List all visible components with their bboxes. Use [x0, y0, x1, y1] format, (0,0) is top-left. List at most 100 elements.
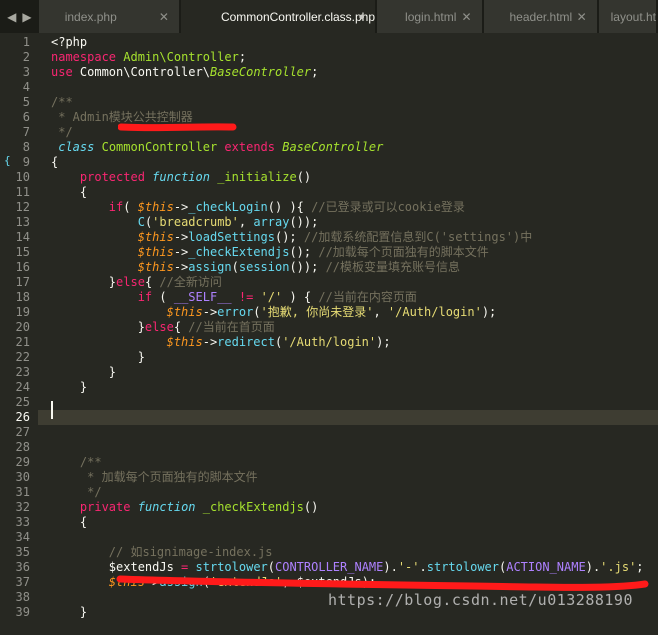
- code-line[interactable]: [38, 410, 658, 425]
- code-line[interactable]: $this->loadSettings(); //加载系统配置信息到C('set…: [51, 230, 658, 245]
- code-line[interactable]: }else{ //全新访问: [51, 275, 658, 290]
- code-token: <?php: [51, 35, 88, 49]
- code-line[interactable]: // 如signimage-index.js: [51, 545, 658, 560]
- close-icon[interactable]: ✕: [577, 10, 587, 24]
- code-token: );: [376, 335, 391, 349]
- code-line[interactable]: }: [51, 365, 658, 380]
- line-number: 28: [15, 440, 30, 454]
- code-line[interactable]: [51, 425, 658, 440]
- tab-index-php[interactable]: index.php ✕: [38, 0, 179, 33]
- code-token: ();: [274, 230, 304, 244]
- code-line[interactable]: C('breadcrumb', array());: [51, 215, 658, 230]
- code-line[interactable]: /**: [51, 95, 658, 110]
- line-number: 16: [15, 260, 30, 274]
- code-line[interactable]: }: [51, 380, 658, 395]
- code-line[interactable]: [51, 530, 658, 545]
- code-line[interactable]: if( $this->_checkLogin() ){ //已登录或可以cook…: [51, 200, 658, 215]
- code-line[interactable]: */: [51, 485, 658, 500]
- code-token: C: [137, 215, 145, 229]
- code-token: '/Auth/login': [387, 305, 482, 319]
- code-token: assign: [188, 260, 232, 274]
- tab-bar: ◀ ▶ index.php ✕ CommonController.class.p…: [0, 0, 658, 33]
- code-line[interactable]: {: [51, 155, 658, 170]
- line-number: 38: [15, 590, 30, 604]
- code-line[interactable]: [51, 395, 658, 410]
- code-line[interactable]: [51, 440, 658, 455]
- code-line[interactable]: protected function _initialize(): [51, 170, 658, 185]
- code-token: //加载系统配置信息到C('settings')中: [303, 230, 533, 244]
- chevron-left-icon[interactable]: ◀: [7, 10, 16, 24]
- line-number: 24: [15, 380, 30, 394]
- code-token: ->: [173, 260, 189, 274]
- code-token: }: [51, 365, 117, 379]
- tab-layout-html[interactable]: layout.ht: [598, 0, 656, 33]
- code-line[interactable]: if ( __SELF__ != '/' ) { //当前在内容页面: [51, 290, 658, 305]
- tab-label: index.php: [64, 9, 117, 24]
- line-number: 15: [15, 245, 30, 259]
- code-token: ) {: [282, 290, 319, 304]
- code-token: ->: [173, 230, 189, 244]
- code-token: ());: [289, 215, 319, 229]
- code-token: !=: [238, 290, 254, 304]
- code-line[interactable]: use Common\Controller\BaseController;: [51, 65, 658, 80]
- code-token: ->: [173, 245, 189, 259]
- chevron-right-icon[interactable]: ▶: [22, 10, 31, 24]
- code-token: _checkExtendjs: [188, 245, 290, 259]
- code-token: if: [108, 200, 124, 214]
- code-token: '/Auth/login': [282, 335, 377, 349]
- code-token: {: [51, 515, 88, 529]
- code-token: else: [116, 275, 145, 289]
- code-token: ,: [238, 215, 254, 229]
- close-icon[interactable]: ✕: [461, 10, 471, 24]
- line-number: 6: [22, 110, 30, 124]
- code-token: class: [51, 140, 95, 154]
- code-token: //全新访问: [159, 275, 222, 289]
- code-token: _initialize: [217, 170, 297, 184]
- code-line[interactable]: private function _checkExtendjs(): [51, 500, 658, 515]
- line-number: 32: [15, 500, 30, 514]
- tab-nav-arrows: ◀ ▶: [0, 0, 39, 33]
- code-line[interactable]: $this->assign(session()); //模板变量填充账号信息: [51, 260, 658, 275]
- close-icon[interactable]: ✕: [159, 10, 169, 24]
- code-token: protected: [79, 170, 145, 184]
- code-line[interactable]: {: [51, 515, 658, 530]
- code-token: function: [137, 500, 196, 514]
- tab-commoncontroller[interactable]: CommonController.class.php ●: [180, 0, 376, 33]
- code-token: error: [217, 305, 254, 319]
- code-line[interactable]: class CommonController extends BaseContr…: [51, 140, 658, 155]
- code-line[interactable]: [51, 620, 658, 635]
- line-number: 36: [15, 560, 30, 574]
- tab-login-html[interactable]: login.html ✕: [377, 0, 482, 33]
- code-line[interactable]: <?php: [51, 35, 658, 50]
- unsaved-dot-icon[interactable]: ●: [358, 11, 365, 23]
- tab-header-html[interactable]: header.html ✕: [483, 0, 597, 33]
- code-line[interactable]: $this->error('抱歉, 你尚未登录', '/Auth/login')…: [51, 305, 658, 320]
- code-line[interactable]: /**: [51, 455, 658, 470]
- line-number: 21: [15, 335, 30, 349]
- tab-label: CommonController.class.php: [220, 9, 376, 24]
- fold-icon[interactable]: {: [4, 153, 11, 168]
- code-token: /**: [51, 95, 73, 109]
- code-token: }: [51, 380, 88, 394]
- code-token: (: [253, 305, 261, 319]
- code-line[interactable]: {: [51, 185, 658, 200]
- code-line[interactable]: * 加载每个页面独有的脚本文件: [51, 470, 658, 485]
- code-line[interactable]: }: [51, 350, 658, 365]
- code-line[interactable]: namespace Admin\Controller;: [51, 50, 658, 65]
- code-editor[interactable]: 1 2 3 4 5 6 7 8 9 10 11 12 13 14 15 16 17 18 19 20 21 22 23 24 2…: [0, 33, 658, 620]
- code-line[interactable]: }else{ //当前在首页面: [51, 320, 658, 335]
- code-token: ->: [202, 305, 218, 319]
- code-line[interactable]: $this->redirect('/Auth/login');: [51, 335, 658, 350]
- code-token: CommonController: [101, 140, 218, 154]
- code-token: ,: [373, 305, 388, 319]
- code-line[interactable]: $this->_checkExtendjs(); //加载每个页面独有的脚本文件: [51, 245, 658, 260]
- code-token: __SELF__: [173, 290, 232, 304]
- code-line[interactable]: [51, 80, 658, 95]
